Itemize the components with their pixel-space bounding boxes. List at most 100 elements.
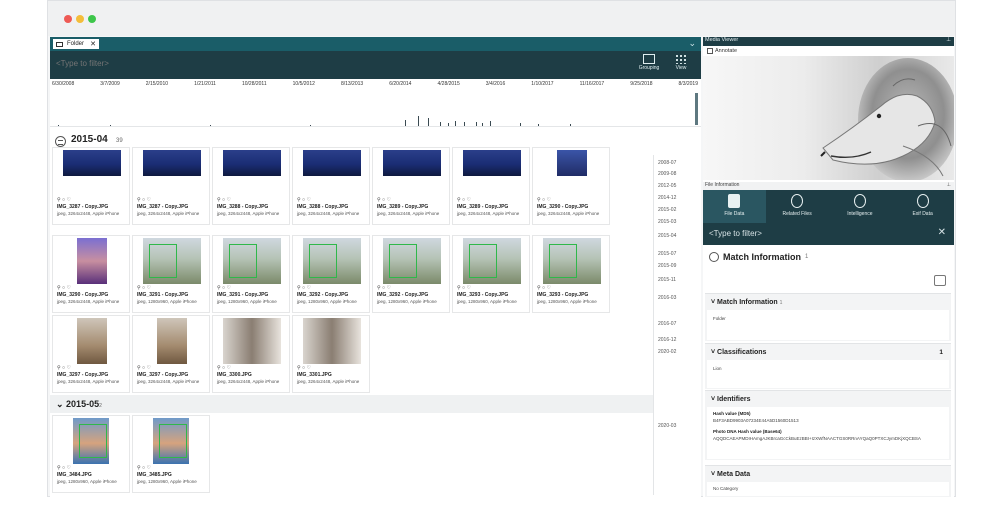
timeline-bar [482, 123, 483, 126]
file-info: jpeg, 1280x960, Apple iPhone [297, 299, 357, 304]
location-tag-icons[interactable]: ⚲ ○ ♡ [537, 197, 551, 203]
grouping-label: Grouping [638, 65, 660, 71]
thumbnail-card[interactable]: ⚲ ○ ♡ IMG_3287 - Copy.JPG jpeg, 3264x2448,… [52, 147, 130, 225]
thumbnail-card[interactable]: ⚲ ○ ♡ IMG_3297 - Copy.JPG jpeg, 3264x2448,… [52, 315, 130, 393]
thumbnail-card[interactable]: ⚲ ○ ♡ IMG_3484.JPG jpeg, 1280x960, Apple i… [52, 415, 130, 493]
file-info-filter-bar[interactable]: <Type to filter> ✕ [703, 223, 954, 245]
location-tag-icons[interactable]: ⚲ ○ ♡ [537, 285, 551, 291]
view-button[interactable]: View [668, 54, 694, 76]
date-index-item[interactable]: 2009-08 [658, 171, 676, 177]
location-tag-icons[interactable]: ⚲ ○ ♡ [57, 285, 71, 291]
thumbnail-card[interactable]: ⚲ ○ ♡ IMG_3293 - Copy.JPG jpeg, 1280x960, … [452, 235, 530, 313]
location-tag-icons[interactable]: ⚲ ○ ♡ [297, 365, 311, 371]
location-tag-icons[interactable]: ⚲ ○ ♡ [57, 197, 71, 203]
thumbnail-image [543, 238, 601, 284]
location-tag-icons[interactable]: ⚲ ○ ♡ [457, 285, 471, 291]
thumbnail-card[interactable]: ⚲ ○ ♡ IMG_3300.JPG jpeg, 3264x2448, Apple … [212, 315, 290, 393]
thumbnail-card[interactable]: ⚲ ○ ♡ IMG_3301.JPG jpeg, 3264x2448, Apple … [292, 315, 370, 393]
date-index-item[interactable]: 2016-07 [658, 321, 676, 327]
section-match-information[interactable]: ˅ Match Information 1 Folder [705, 293, 951, 341]
thumbnail-card[interactable]: ⚲ ○ ♡ IMG_3293 - Copy.JPG jpeg, 1280x960, … [532, 235, 610, 313]
pin-icon[interactable]: ⊥ [947, 182, 951, 188]
group-count: 39 [116, 138, 123, 144]
date-index-item[interactable]: 2020-02 [658, 349, 676, 355]
location-tag-icons[interactable]: ⚲ ○ ♡ [57, 465, 71, 471]
close-tab-icon[interactable]: ✕ [90, 40, 96, 48]
thumbnail-image [383, 150, 441, 176]
thumbnail-image [143, 238, 201, 284]
maximize-window-button[interactable] [88, 15, 96, 23]
date-index-item[interactable]: 2015-09 [658, 263, 676, 269]
annotate-checkbox[interactable]: Annotate [707, 48, 737, 54]
location-tag-icons[interactable]: ⚲ ○ ♡ [57, 365, 71, 371]
chevron-down-icon[interactable]: ⌄ [688, 38, 696, 49]
timeline-date-label: 1/21/2011 [194, 81, 216, 87]
date-index: 2008-07 2009-08 2012-05 2014-12 2015-02 2015-… [653, 155, 701, 495]
date-index-item[interactable]: 2012-05 [658, 183, 676, 189]
thumbnail-card[interactable]: ⚲ ○ ♡ IMG_3291 - Copy.JPG jpeg, 1280x960, … [212, 235, 290, 313]
date-index-item[interactable]: 2015-03 [658, 219, 676, 225]
section-identifiers[interactable]: ˅ Identifiers Hash value (MD5) B4F3ABD99… [705, 390, 951, 460]
tab-exif-data[interactable]: Exif Data [891, 190, 954, 223]
date-index-item[interactable]: 2020-03 [658, 423, 676, 429]
location-tag-icons[interactable]: ⚲ ○ ♡ [137, 365, 151, 371]
thumbnail-card[interactable]: ⚲ ○ ♡ IMG_3289 - Copy.JPG jpeg, 3264x2448,… [452, 147, 530, 225]
thumbnail-card[interactable]: ⚲ ○ ♡ IMG_3290 - Copy.JPG jpeg, 3264x2448,… [532, 147, 610, 225]
thumbnail-card[interactable]: ⚲ ○ ♡ IMG_3288 - Copy.JPG jpeg, 3264x2448,… [212, 147, 290, 225]
thumbnail-card[interactable]: ⚲ ○ ♡ IMG_3297 - Copy.JPG jpeg, 3264x2448,… [132, 315, 210, 393]
file-info: jpeg, 3264x2448, Apple iPhone [217, 379, 280, 384]
timeline[interactable]: 6/30/2008 3/7/2009 2/15/2010 1/21/2011 10/28… [50, 79, 701, 127]
location-tag-icons[interactable]: ⚲ ○ ♡ [297, 285, 311, 291]
location-tag-icons[interactable]: ⚲ ○ ♡ [137, 465, 151, 471]
thumbnail-card[interactable]: ⚲ ○ ♡ IMG_3291 - Copy.JPG jpeg, 1280x960, … [132, 235, 210, 313]
location-tag-icons[interactable]: ⚲ ○ ♡ [217, 197, 231, 203]
timeline-scrollbar[interactable] [695, 93, 698, 125]
location-tag-icons[interactable]: ⚲ ○ ♡ [217, 285, 231, 291]
grouping-button[interactable]: Grouping [636, 54, 662, 76]
date-index-item[interactable]: 2016-12 [658, 337, 676, 343]
thumbnail-card[interactable]: ⚲ ○ ♡ IMG_3289 - Copy.JPG jpeg, 3264x2448,… [372, 147, 450, 225]
pin-icon[interactable]: ⊥ [946, 37, 951, 43]
section-meta-data[interactable]: ˅ Meta Data No Category [705, 465, 951, 497]
location-tag-icons[interactable]: ⚲ ○ ♡ [137, 197, 151, 203]
location-tag-icons[interactable]: ⚲ ○ ♡ [457, 197, 471, 203]
tab-intelligence[interactable]: Intelligence [829, 190, 892, 223]
filter-input[interactable] [56, 59, 356, 68]
location-tag-icons[interactable]: ⚲ ○ ♡ [377, 197, 391, 203]
clear-filter-icon[interactable]: ✕ [938, 227, 946, 238]
close-window-button[interactable] [64, 15, 72, 23]
timeline-date-label: 8/3/2019 [678, 81, 698, 87]
file-info: jpeg, 3264x2448, Apple iPhone [57, 211, 120, 216]
date-index-item[interactable]: 2015-11 [658, 277, 676, 283]
tab-folder[interactable]: Folder ✕ [52, 38, 100, 50]
date-index-item[interactable]: 2008-07 [658, 160, 676, 166]
minimize-window-button[interactable] [76, 15, 84, 23]
location-tag-icons[interactable]: ⚲ ○ ♡ [137, 285, 151, 291]
location-tag-icons[interactable]: ⚲ ○ ♡ [377, 285, 391, 291]
location-tag-icons[interactable]: ⚲ ○ ♡ [217, 365, 231, 371]
thumbnail-card[interactable]: ⚲ ○ ♡ IMG_3485.JPG jpeg, 1280x960, Apple i… [132, 415, 210, 493]
print-icon[interactable] [934, 275, 946, 286]
date-index-item[interactable]: 2015-02 [658, 207, 676, 213]
thumbnail-card[interactable]: ⚲ ○ ♡ IMG_3290 - Copy.JPG jpeg, 3264x2448,… [52, 235, 130, 313]
date-index-item[interactable]: 2015-07 [658, 251, 676, 257]
section-classifications[interactable]: ˅ Classifications 1 Lion [705, 343, 951, 389]
collapse-icon[interactable] [709, 252, 719, 262]
date-index-item[interactable]: 2014-12 [658, 195, 676, 201]
thumbnail-card[interactable]: ⚲ ○ ♡ IMG_3292 - Copy.JPG jpeg, 1280x960, … [372, 235, 450, 313]
meta-value: No Category [713, 486, 739, 491]
file-info-filter-input[interactable]: <Type to filter> [709, 229, 762, 238]
thumbnail-image [303, 150, 361, 176]
timeline-date-label: 1/10/2017 [531, 81, 554, 87]
thumbnail-card[interactable]: ⚲ ○ ♡ IMG_3288 - Copy.JPG jpeg, 3264x2448,… [292, 147, 370, 225]
thumbnail-card[interactable]: ⚲ ○ ♡ IMG_3287 - Copy.JPG jpeg, 3264x2448,… [132, 147, 210, 225]
date-index-item[interactable]: 2015-04 [658, 233, 676, 239]
group-header-2015-05[interactable]: ⌄ 2015-052 [50, 395, 653, 413]
tab-related-files[interactable]: Related Files [766, 190, 829, 223]
thumbnail-card[interactable]: ⚲ ○ ♡ IMG_3292 - Copy.JPG jpeg, 1280x960, … [292, 235, 370, 313]
file-name: IMG_3300.JPG [217, 372, 252, 378]
date-index-item[interactable]: 2016-03 [658, 295, 676, 301]
collapse-group-icon[interactable] [55, 136, 66, 147]
tab-file-data[interactable]: File Data [703, 190, 766, 223]
location-tag-icons[interactable]: ⚲ ○ ♡ [297, 197, 311, 203]
